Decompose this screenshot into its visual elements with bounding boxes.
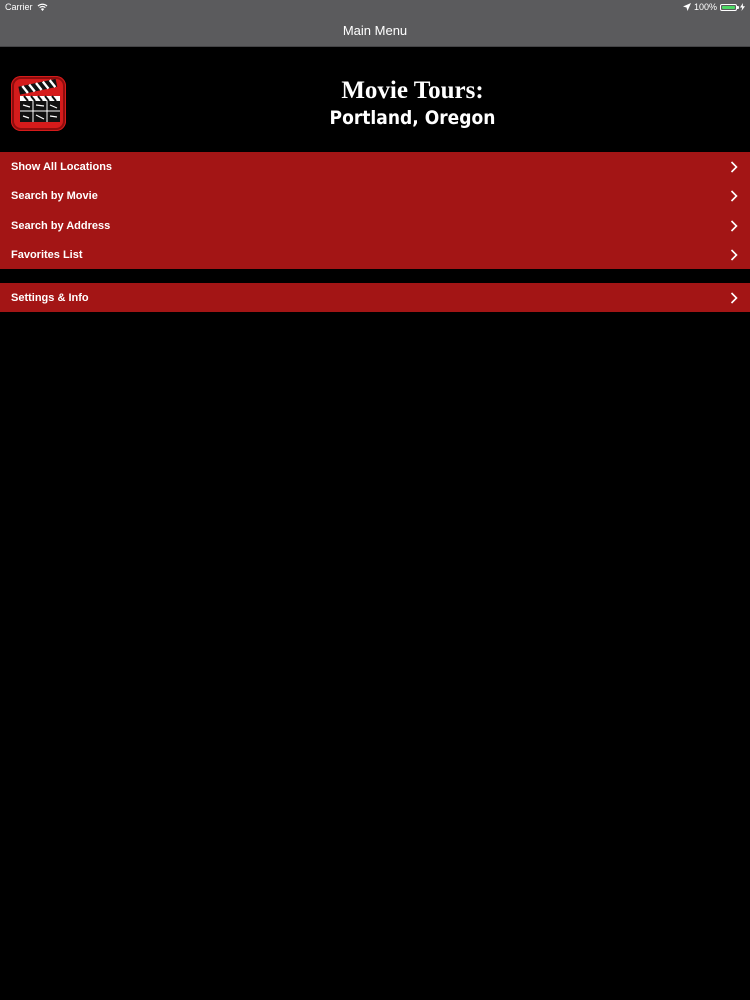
menu-item-search-by-address[interactable]: Search by Address — [0, 211, 750, 240]
battery-icon — [720, 3, 739, 11]
location-arrow-icon — [682, 3, 691, 11]
navigation-bar: Main Menu — [0, 15, 750, 47]
status-bar-left: Carrier — [5, 2, 48, 12]
menu-item-label: Show All Locations — [11, 161, 113, 173]
wifi-icon — [37, 3, 47, 11]
charging-bolt-icon — [740, 3, 745, 11]
status-bar-right: 100% — [682, 2, 745, 12]
chevron-right-icon — [730, 161, 738, 173]
menu-item-label: Search by Movie — [11, 190, 98, 203]
menu-item-label: Favorites List — [11, 248, 83, 261]
menu-item-label: Search by Address — [11, 219, 111, 232]
menu-item-search-by-movie[interactable]: Search by Movie — [0, 181, 750, 210]
chevron-right-icon — [730, 249, 738, 261]
nav-title: Main Menu — [342, 23, 408, 38]
settings-menu-group: Settings & Info — [0, 283, 750, 312]
chevron-right-icon — [730, 219, 738, 232]
status-bar: Carrier 100% — [0, 0, 750, 15]
clapperboard-icon — [11, 76, 66, 131]
app-header: Movie Tours: Portland, Oregon — [0, 47, 750, 152]
battery-cap — [737, 5, 739, 9]
menu-item-show-all-locations[interactable]: Show All Locations — [0, 152, 750, 181]
menu-item-settings-info[interactable]: Settings & Info — [0, 283, 750, 312]
battery-percent: 100% — [693, 2, 717, 12]
app-subtitle: Portland, Oregon — [329, 107, 496, 129]
chevron-right-icon — [730, 190, 738, 202]
menu-item-favorites-list[interactable]: Favorites List — [0, 240, 750, 269]
battery-fill — [722, 5, 735, 9]
main-menu-group: Show All Locations Search by Movie Searc… — [0, 152, 750, 269]
app-title: Movie Tours: — [341, 77, 484, 104]
chevron-right-icon — [730, 292, 738, 304]
menu-item-label: Settings & Info — [11, 292, 89, 304]
carrier-label: Carrier — [5, 2, 33, 12]
